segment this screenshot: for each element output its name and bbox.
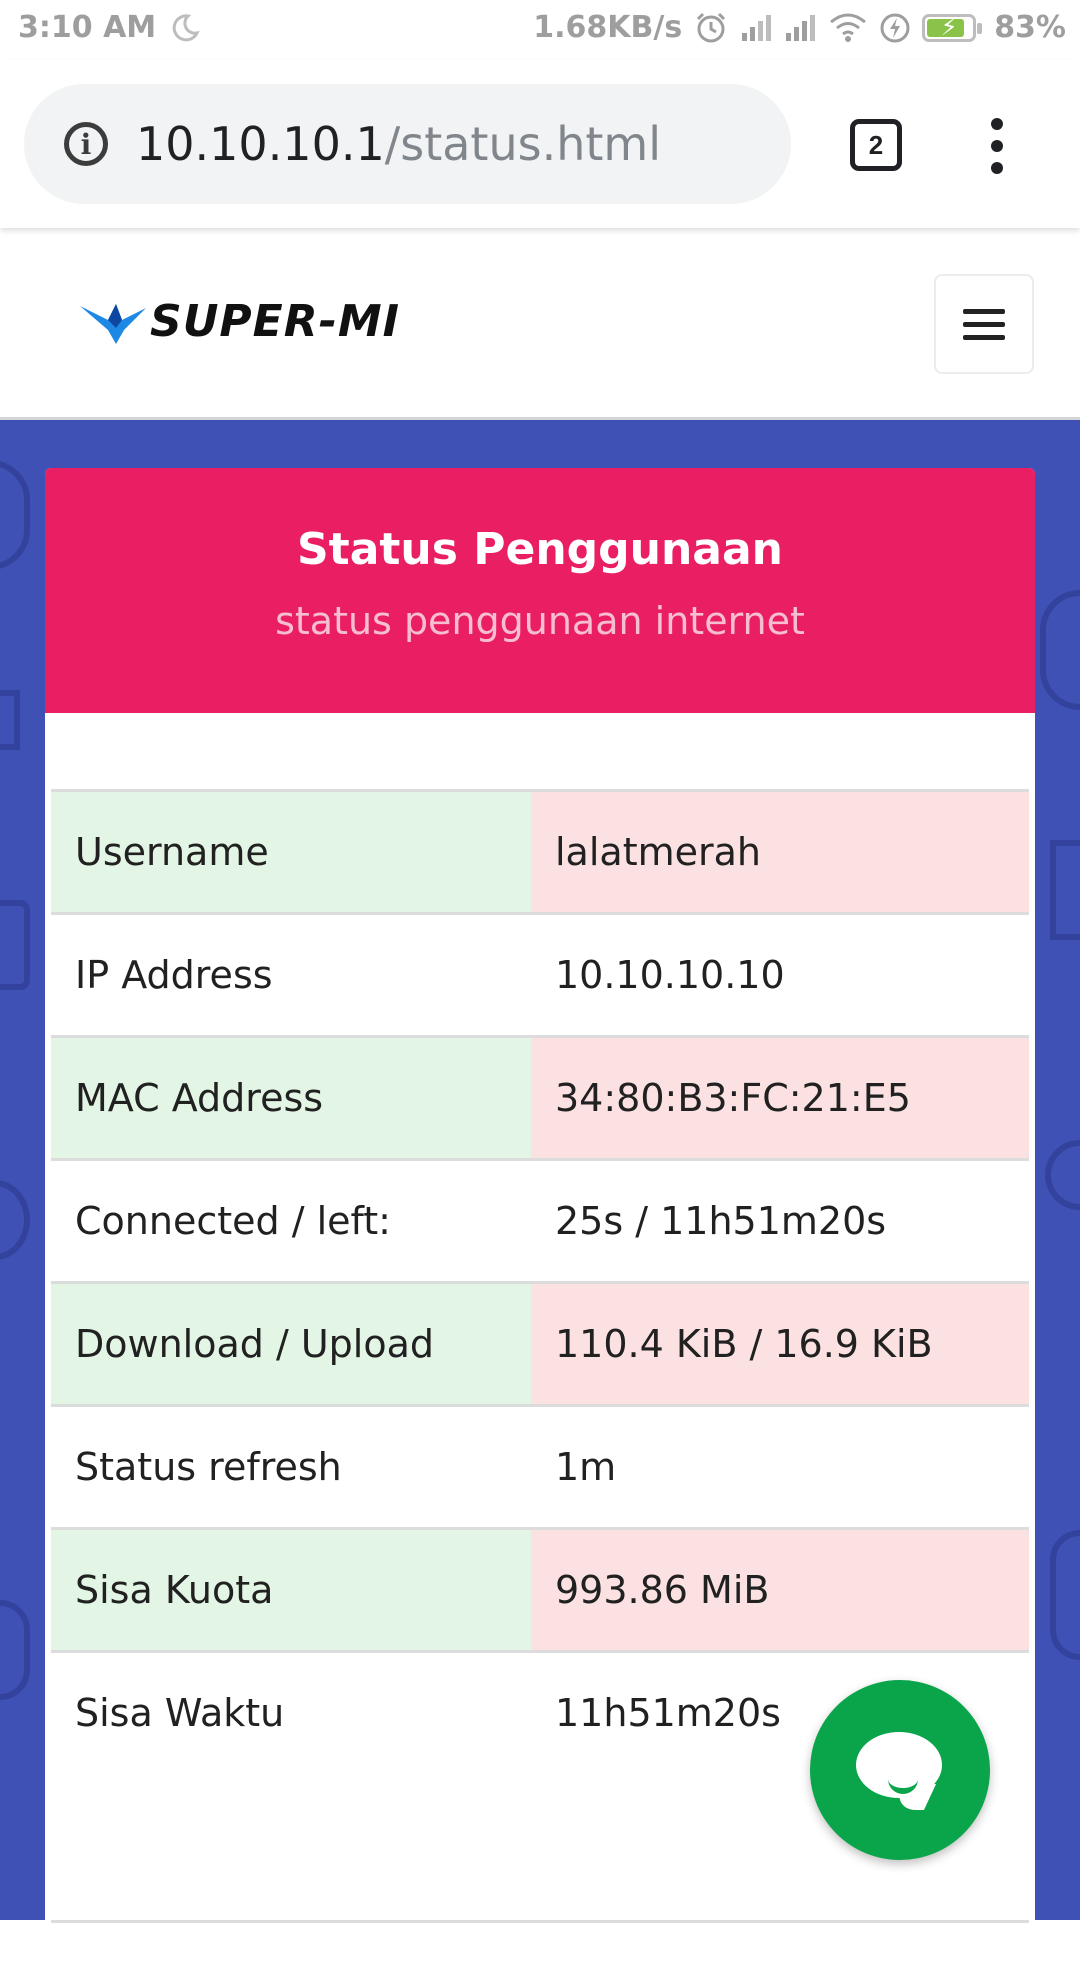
tab-count: 2 bbox=[868, 129, 884, 160]
row-label: Status refresh bbox=[51, 1404, 531, 1529]
tab-switcher-button[interactable]: 2 bbox=[850, 119, 902, 171]
table-row-status-refresh: Status refresh 1m bbox=[51, 1404, 1029, 1529]
background-pattern bbox=[0, 1180, 30, 1260]
bird-logo-icon bbox=[80, 303, 146, 344]
table-row-connected-left: Connected / left: 25s / 11h51m20s bbox=[51, 1158, 1029, 1283]
url-text[interactable]: 10.10.10.1/status.html bbox=[136, 117, 661, 171]
table-row-username: Username lalatmerah bbox=[51, 789, 1029, 914]
row-value: 110.4 KiB / 16.9 KiB bbox=[531, 1281, 1029, 1406]
alarm-icon bbox=[694, 11, 728, 45]
hamburger-menu-icon[interactable] bbox=[934, 274, 1034, 374]
row-value: 25s / 11h51m20s bbox=[531, 1158, 1029, 1283]
browser-menu-icon[interactable] bbox=[980, 118, 1014, 174]
battery-icon: ⚡ bbox=[922, 13, 983, 42]
row-label: Download / Upload bbox=[51, 1281, 531, 1406]
background-pattern bbox=[0, 1600, 30, 1700]
background-pattern bbox=[0, 690, 20, 750]
row-label: Sisa Kuota bbox=[51, 1527, 531, 1652]
row-label: MAC Address bbox=[51, 1035, 531, 1160]
background-pattern bbox=[0, 460, 30, 570]
address-bar[interactable]: i 10.10.10.1/status.html bbox=[24, 84, 791, 204]
row-value: 34:80:B3:FC:21:E5 bbox=[531, 1035, 1029, 1160]
signal-icon bbox=[784, 13, 816, 43]
site-logo[interactable]: SUPER-MI bbox=[78, 296, 400, 347]
logo-text: SUPER-MI bbox=[150, 296, 401, 347]
wifi-icon bbox=[828, 12, 868, 44]
signal-icon bbox=[740, 13, 772, 43]
table-row-download-upload: Download / Upload 110.4 KiB / 16.9 KiB bbox=[51, 1281, 1029, 1406]
background-pattern bbox=[1045, 1140, 1080, 1210]
moon-icon bbox=[170, 13, 200, 43]
row-label: Username bbox=[51, 789, 531, 914]
status-bar: 3:10 AM 1.68KB/s ⚡ 83% bbox=[0, 0, 1080, 60]
row-value: 993.86 MiB bbox=[531, 1527, 1029, 1652]
card-title: Status Penggunaan bbox=[296, 524, 784, 575]
table-row-mac-address: MAC Address 34:80:B3:FC:21:E5 bbox=[51, 1035, 1029, 1160]
info-icon[interactable]: i bbox=[64, 122, 108, 166]
status-time: 3:10 AM bbox=[18, 10, 157, 45]
card-subtitle: status penggunaan internet bbox=[275, 599, 805, 643]
browser-toolbar: i 10.10.10.1/status.html 2 bbox=[0, 60, 1080, 228]
chat-button[interactable] bbox=[810, 1680, 990, 1860]
row-value: 1m bbox=[531, 1404, 1029, 1529]
network-speed: 1.68KB/s bbox=[533, 10, 683, 45]
row-value: lalatmerah bbox=[531, 789, 1029, 914]
background-pattern bbox=[1040, 590, 1080, 710]
url-path: /status.html bbox=[384, 117, 661, 171]
url-host: 10.10.10.1 bbox=[136, 117, 385, 171]
row-label: Connected / left: bbox=[51, 1158, 531, 1283]
charging-icon bbox=[880, 12, 910, 44]
background-pattern bbox=[1050, 840, 1080, 940]
card-header: Status Penggunaan status penggunaan inte… bbox=[45, 468, 1035, 713]
row-value: 10.10.10.10 bbox=[531, 912, 1029, 1037]
background-pattern bbox=[0, 900, 30, 990]
site-header: SUPER-MI bbox=[0, 228, 1080, 420]
background-pattern bbox=[1050, 1530, 1080, 1660]
battery-percent: 83% bbox=[994, 10, 1066, 45]
row-label: IP Address bbox=[51, 912, 531, 1037]
row-label: Sisa Waktu bbox=[51, 1650, 531, 1923]
table-row-ip-address: IP Address 10.10.10.10 bbox=[51, 912, 1029, 1037]
table-row-sisa-kuota: Sisa Kuota 993.86 MiB bbox=[51, 1527, 1029, 1652]
